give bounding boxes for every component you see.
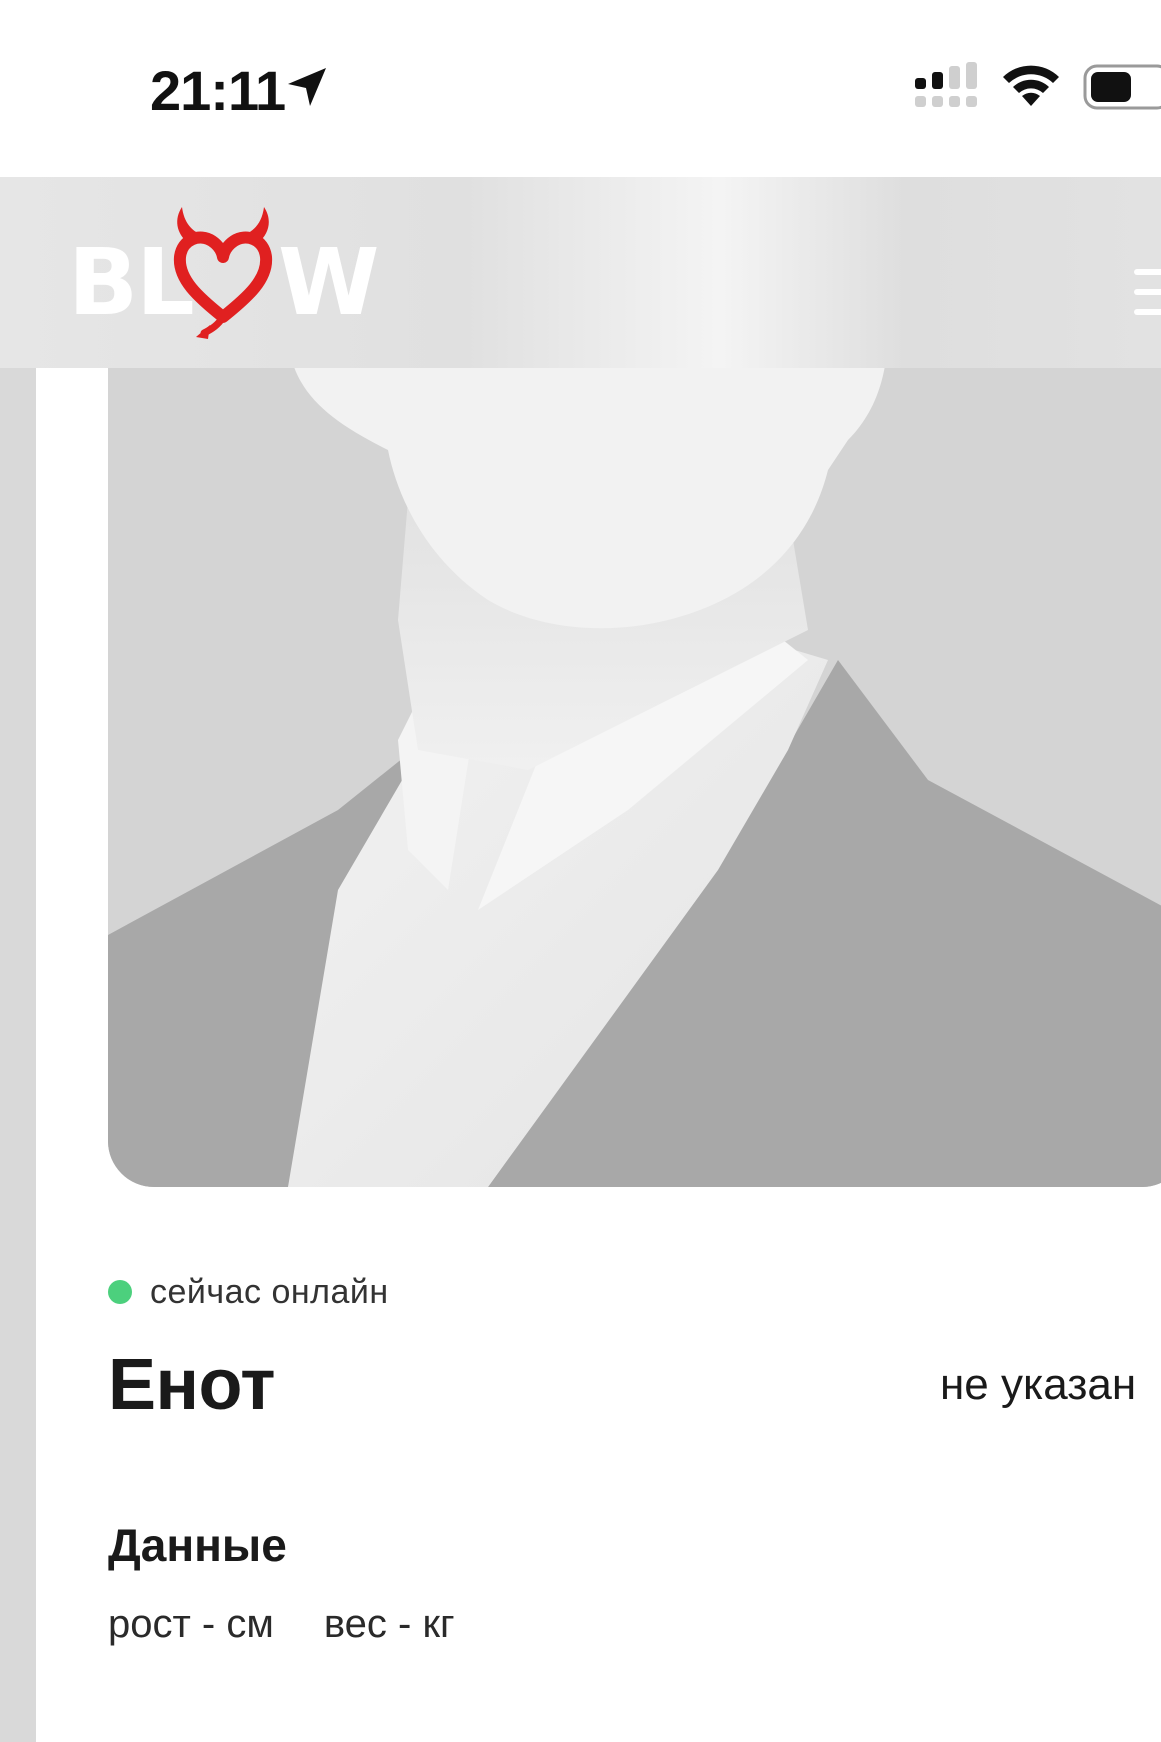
profile-location: не указан [940,1360,1137,1409]
logo-text-right: W [278,229,379,336]
avatar[interactable] [108,330,1161,1187]
left-gutter [0,368,36,1742]
brand-logo[interactable]: BL W [68,205,388,345]
location-arrow-icon [288,68,326,106]
status-bar: 21:11 [0,0,1161,177]
data-section-stats: рост - см вес - кг [108,1602,455,1647]
weight-value: вес - кг [323,1602,455,1646]
wifi-icon [1003,65,1059,106]
profile-page: 21:11 BL W сейчас онлайн Енот не указан … [0,0,1161,1742]
status-time: 21:11 [150,59,286,122]
cellular-signal-icon [915,62,977,107]
online-indicator-dot [108,1280,132,1304]
default-avatar-silhouette [108,330,1161,1187]
app-header: BL W [0,177,1161,368]
hamburger-menu-icon[interactable] [1134,263,1161,323]
online-status: сейчас онлайн [108,1272,389,1312]
height-value: рост - см [108,1602,274,1646]
profile-name: Енот [108,1345,275,1425]
data-section-title: Данные [108,1519,287,1571]
online-status-text: сейчас онлайн [150,1272,389,1311]
battery-icon [1083,64,1161,110]
devil-heart-icon [173,207,273,339]
